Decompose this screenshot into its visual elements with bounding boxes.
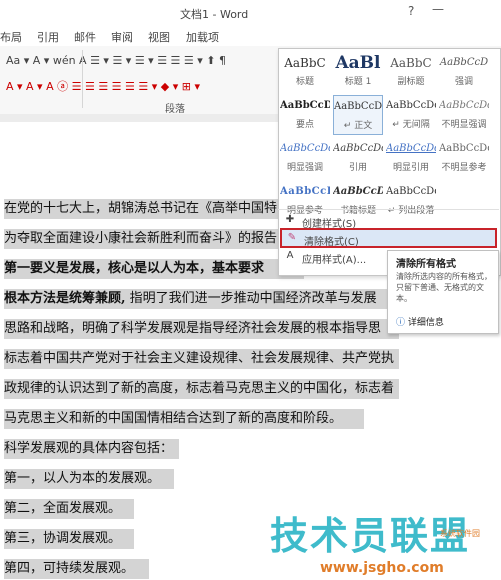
doc-line-2[interactable]: 为夺取全面建设小康社会新胜利而奋斗》的报告 xyxy=(4,229,304,249)
clear-formatting-command[interactable]: ✎ 清除格式(C) xyxy=(280,228,497,248)
eraser-icon: ✎ xyxy=(287,232,297,243)
style-preview: AaBbCcDd xyxy=(439,100,489,111)
style-preview: AaBbCcDd xyxy=(280,143,330,154)
style-preview: AaBbCcDd xyxy=(386,100,436,111)
style-preview: AaBbCcI xyxy=(280,186,330,197)
gallery-divider xyxy=(278,209,499,210)
doc-line-8[interactable]: 马克思主义和新的中国国情相结合达到了新的高度和阶段。 xyxy=(4,409,364,429)
doc-line-6[interactable]: 标志着中国共产党对于社会主义建设规律、社会发展规律、共产党执 xyxy=(4,349,399,369)
doc-line-4-bold: 根本方法是统筹兼顾, xyxy=(4,291,126,306)
tab-references[interactable]: 引用 xyxy=(37,29,59,45)
window-title: 文档1 - Word xyxy=(180,8,249,21)
style-gallery-item[interactable]: AaBbCcDd 明显强调 xyxy=(280,138,330,178)
style-preview: AaBbCcDd xyxy=(333,186,383,197)
tooltip-more-info-link[interactable]: ⓘ 详细信息 xyxy=(396,315,444,328)
style-gallery-item[interactable]: AaBbCcD 要点 xyxy=(280,95,330,135)
ribbon-row-formatting[interactable]: A ▾ A ▾ A ⓐ ☰ ☰ ☰ ☰ ☰ ☰ ▾ ◆ ▾ ⊞ ▾ xyxy=(6,78,200,94)
style-name: 引用 xyxy=(348,163,367,173)
style-preview: AaBbC xyxy=(284,56,326,70)
style-gallery-item[interactable]: AaBbCcDd 不明显强调 xyxy=(439,95,489,135)
style-gallery-item[interactable]: AaBbCcDd ↵ 正文 xyxy=(333,95,383,135)
style-preview: AaBbCcDd xyxy=(386,186,436,197)
style-preview: AaBbC xyxy=(390,56,432,70)
apply-styles-label: 应用样式(A)... xyxy=(302,255,367,266)
ribbon-row-font-paragraph[interactable]: Aa ▾ A ▾ wén A ☰ ▾ ☰ ▾ ☰ ▾ ☰ ☰ ☰ ▾ ⬆ ¶ xyxy=(6,54,226,67)
style-name: 强调 xyxy=(454,77,473,87)
tooltip-more-info-label: 详细信息 xyxy=(407,318,444,328)
tab-addins[interactable]: 加载项 xyxy=(186,29,219,45)
watermark-small-text: 系统软件园 xyxy=(440,529,480,538)
style-name: 副标题 xyxy=(397,77,425,87)
tab-view[interactable]: 视图 xyxy=(148,29,170,45)
style-gallery-item[interactable]: AaBbCcDd ↵ 无间隔 xyxy=(386,95,436,135)
create-style-icon: ✚ xyxy=(285,214,295,225)
info-icon: ⓘ xyxy=(396,318,406,328)
style-gallery-item[interactable]: AaBl 标题 1 xyxy=(333,52,383,92)
style-gallery-item[interactable]: AaBbCcDd 引用 xyxy=(333,138,383,178)
doc-line-5[interactable]: 思路和战略，明确了科学发展观是指导经济社会发展的根本指导思 xyxy=(4,319,399,339)
style-name: 标题 xyxy=(295,77,314,87)
doc-line-3[interactable]: 第一要义是发展，核心是以人为本，基本要求 xyxy=(4,259,304,279)
style-name: 不明显强调 xyxy=(441,120,487,130)
doc-line-4[interactable]: 根本方法是统筹兼顾, 指明了我们进一步推动中国经济改革与发展 xyxy=(4,289,394,309)
tab-review[interactable]: 审阅 xyxy=(111,29,133,45)
style-gallery-item[interactable]: AaBbCcDd 不明显参考 xyxy=(439,138,489,178)
style-name: 不明显参考 xyxy=(441,163,487,173)
tooltip-title: 清除所有格式 xyxy=(396,259,456,270)
style-preview: AaBbCcD xyxy=(439,57,489,68)
style-preview: AaBbCcD xyxy=(280,100,330,111)
paragraph-group-label: 段落 xyxy=(165,104,185,115)
style-preview: AaBbCcDd xyxy=(386,143,436,154)
style-gallery-item[interactable]: AaBbC 标题 xyxy=(280,52,330,92)
clear-formatting-label: 清除格式(C) xyxy=(304,237,359,248)
doc-line-4-rest: 指明了我们进一步推动中国经济改革与发展 xyxy=(125,291,377,306)
ribbon-tabs: 布局 引用 邮件 审阅 视图 加载项 xyxy=(0,26,501,46)
style-name: 明显引用 xyxy=(392,163,429,173)
apply-styles-icon: A xyxy=(286,250,294,261)
ribbon-divider xyxy=(82,50,83,108)
doc-line-11[interactable]: 第二，全面发展观。 xyxy=(4,499,134,519)
style-preview: AaBbCcDd xyxy=(333,143,383,154)
style-gallery-item[interactable]: AaBbCcD 强调 xyxy=(439,52,489,92)
tab-mailings[interactable]: 邮件 xyxy=(74,29,96,45)
doc-line-13[interactable]: 第四，可持续发展观。 xyxy=(4,559,149,579)
style-name: 标题 1 xyxy=(344,77,372,87)
doc-line-9[interactable]: 科学发展观的具体内容包括： xyxy=(4,439,179,459)
minimize-icon[interactable]: — xyxy=(432,2,444,16)
title-bar: 文档1 - Word ? — xyxy=(0,0,501,27)
style-preview: AaBl xyxy=(335,53,381,73)
style-name: ↵ 无间隔 xyxy=(392,120,430,130)
tooltip-description: 清除所选内容的所有格式，只留下普通、无格式的文本。 xyxy=(396,272,492,303)
tab-layout[interactable]: 布局 xyxy=(0,29,22,45)
style-name: 要点 xyxy=(295,120,314,130)
doc-line-7[interactable]: 政规律的认识达到了新的高度，标志着马克思主义的中国化，标志着 xyxy=(4,379,399,399)
style-gallery-item[interactable]: AaBbC 副标题 xyxy=(386,52,436,92)
doc-line-1[interactable]: 在党的十七大上，胡锦涛总书记在《高举中国特 xyxy=(4,199,304,219)
help-icon[interactable]: ? xyxy=(408,4,414,18)
style-name: ↵ 正文 xyxy=(343,121,373,131)
style-gallery-item[interactable]: AaBbCcDd 明显引用 xyxy=(386,138,436,178)
watermark-url: www.jsgho.com xyxy=(320,560,444,576)
style-preview: AaBbCcDd xyxy=(439,143,489,154)
style-name: 明显强调 xyxy=(286,163,323,173)
clear-formatting-tooltip: 清除所有格式 清除所选内容的所有格式，只留下普通、无格式的文本。 ⓘ 详细信息 xyxy=(387,250,499,334)
doc-line-10[interactable]: 第一，以人为本的发展观。 xyxy=(4,469,174,489)
doc-line-12[interactable]: 第三，协调发展观。 xyxy=(4,529,134,549)
style-preview: AaBbCcDd xyxy=(334,101,383,112)
